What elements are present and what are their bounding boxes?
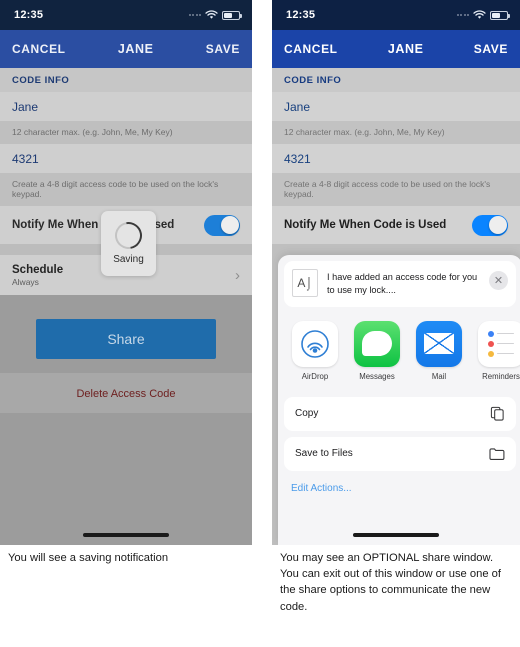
edit-actions-link[interactable]: Edit Actions... <box>278 471 520 494</box>
status-bar-time: 12:35 <box>286 9 316 21</box>
share-app-label: Reminders <box>482 371 520 381</box>
copy-icon <box>490 406 505 421</box>
share-button-container: Share <box>0 309 252 373</box>
access-code-field[interactable]: 4321 <box>0 144 252 173</box>
share-app-messages[interactable]: Messages <box>354 320 400 381</box>
wifi-icon <box>205 10 218 20</box>
schedule-row-title: Schedule <box>12 263 64 276</box>
cancel-button[interactable]: CANCEL <box>284 42 338 56</box>
share-apps-row: AirDrop Messages Mail Reminders <box>278 307 520 391</box>
notify-toggle[interactable] <box>472 214 508 236</box>
screenshot-left: 12:35 CANCEL JANE SAVE CODE INFO Jane 12… <box>0 0 252 545</box>
share-action-label: Save to Files <box>295 448 353 460</box>
saving-dialog-label: Saving <box>113 254 144 265</box>
close-icon[interactable]: ✕ <box>489 271 508 290</box>
nav-bar: CANCEL JANE SAVE <box>272 30 520 68</box>
share-app-airdrop[interactable]: AirDrop <box>292 320 338 381</box>
section-header-code-info: CODE INFO <box>272 68 520 92</box>
caption-right: You may see an OPTIONAL share window. Yo… <box>280 552 501 613</box>
share-button[interactable]: Share <box>36 319 216 359</box>
airdrop-icon <box>292 320 338 367</box>
mail-icon <box>416 320 462 367</box>
signal-dots-icon <box>456 14 469 16</box>
messages-icon <box>354 320 400 367</box>
list-gap <box>272 244 520 255</box>
notify-row-label: Notify Me When Code is Used <box>284 219 447 231</box>
status-bar: 12:35 <box>0 0 252 30</box>
access-code-hint: Create a 4-8 digit access code to be use… <box>0 173 252 206</box>
share-app-mail[interactable]: Mail <box>416 320 462 381</box>
name-field-hint: 12 character max. (e.g. John, Me, My Key… <box>0 121 252 144</box>
nav-bar: CANCEL JANE SAVE <box>0 30 252 68</box>
text-document-icon: A⌡ <box>292 269 318 297</box>
share-app-label: Messages <box>359 371 395 381</box>
delete-access-code-button[interactable]: Delete Access Code <box>76 388 175 400</box>
chevron-right-icon: › <box>235 266 240 284</box>
status-bar-indicators <box>456 0 510 30</box>
status-bar-time: 12:35 <box>14 9 44 21</box>
share-action-label: Copy <box>295 408 319 420</box>
schedule-row-texts: Schedule Always <box>12 264 63 287</box>
home-indicator-area <box>272 507 520 545</box>
share-sheet-message: I have added an access code for you to u… <box>327 272 478 296</box>
section-header-code-info: CODE INFO <box>0 68 252 92</box>
share-app-reminders[interactable]: Reminders <box>478 320 520 381</box>
status-bar-indicators <box>188 0 242 30</box>
share-action-copy[interactable]: Copy <box>284 396 516 431</box>
save-button[interactable]: SAVE <box>474 42 508 56</box>
page-root: 12:35 CANCEL JANE SAVE CODE INFO Jane 12… <box>0 0 520 647</box>
screenshot-right: 12:35 CANCEL JANE SAVE CODE INFO Jane 12… <box>272 0 520 545</box>
spinner-icon <box>109 216 148 255</box>
caption-left: You will see a saving notification <box>8 552 169 564</box>
folder-icon <box>489 447 505 461</box>
phone-screen-right: 12:35 CANCEL JANE SAVE CODE INFO Jane 12… <box>272 0 520 545</box>
notify-toggle[interactable] <box>204 214 240 236</box>
schedule-row-value: Always <box>12 276 39 287</box>
name-field-hint: 12 character max. (e.g. John, Me, My Key… <box>272 121 520 144</box>
home-indicator-area <box>0 507 252 545</box>
save-button[interactable]: SAVE <box>206 42 240 56</box>
share-sheet-preview: A⌡ I have added an access code for you t… <box>284 261 516 307</box>
notify-row[interactable]: Notify Me When Code is Used <box>272 206 520 244</box>
empty-area <box>0 413 252 507</box>
cancel-button[interactable]: CANCEL <box>12 42 66 56</box>
share-sheet: A⌡ I have added an access code for you t… <box>278 255 520 545</box>
list-gap-2 <box>0 295 252 309</box>
share-action-save-to-files[interactable]: Save to Files <box>284 436 516 471</box>
page-title: JANE <box>117 42 154 56</box>
phone-screen-left: 12:35 CANCEL JANE SAVE CODE INFO Jane 12… <box>0 0 252 545</box>
battery-icon <box>222 10 242 20</box>
name-field[interactable]: Jane <box>272 92 520 121</box>
wifi-icon <box>473 10 486 20</box>
battery-icon <box>490 10 510 20</box>
delete-access-code-container: Delete Access Code <box>0 373 252 413</box>
home-indicator[interactable] <box>353 533 439 537</box>
share-app-label: Mail <box>431 371 447 381</box>
name-field[interactable]: Jane <box>0 92 252 121</box>
signal-dots-icon <box>188 14 201 16</box>
status-bar: 12:35 <box>272 0 520 30</box>
access-code-field[interactable]: 4321 <box>272 144 520 173</box>
page-title: JANE <box>387 42 424 56</box>
access-code-hint: Create a 4-8 digit access code to be use… <box>272 173 520 206</box>
reminders-icon <box>478 320 520 367</box>
saving-dialog: Saving <box>101 211 156 276</box>
home-indicator[interactable] <box>83 533 169 537</box>
share-app-label: AirDrop <box>301 371 329 381</box>
